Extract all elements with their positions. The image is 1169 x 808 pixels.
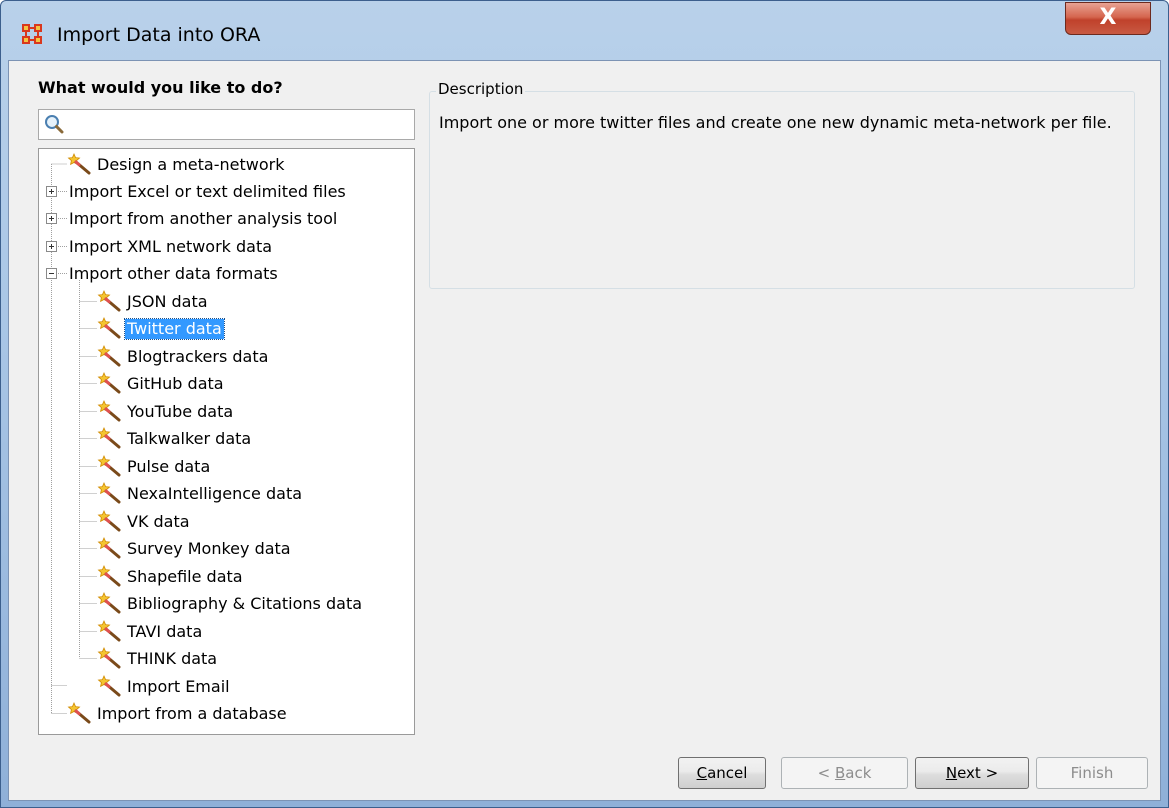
tree-item-label: Import XML network data [69, 237, 273, 256]
cancel-button[interactable]: Cancel [678, 757, 766, 789]
wand-icon [97, 620, 121, 642]
tree-item[interactable]: Import from another analysis tool [39, 207, 414, 231]
wand-icon [97, 427, 121, 449]
wand-icon [67, 153, 91, 175]
wand-icon [97, 317, 121, 339]
import-options-tree[interactable]: Design a meta-network Import Excel or tex… [38, 148, 415, 735]
wand-icon [97, 290, 121, 312]
close-icon: X [1099, 5, 1117, 30]
tree-item-label: Design a meta-network [97, 155, 285, 174]
tree-item-label: JSON data [127, 292, 208, 311]
task-heading: What would you like to do? [38, 78, 283, 97]
tree-item-label: NexaIntelligence data [127, 484, 303, 503]
cancel-label: ancel [707, 764, 748, 782]
wand-icon [97, 537, 121, 559]
wand-icon [97, 675, 121, 697]
wand-icon [97, 482, 121, 504]
next-mnemonic: N [945, 764, 958, 782]
expand-icon[interactable] [46, 241, 57, 252]
tree-item[interactable]: Bibliography & Citations data [39, 592, 414, 616]
search-box[interactable] [38, 109, 415, 140]
wand-icon [67, 702, 91, 724]
back-label: ack [845, 764, 872, 782]
wand-icon [97, 345, 121, 367]
tree-item[interactable]: Import other data formats [39, 262, 414, 286]
tree-item-label: THINK data [127, 649, 218, 668]
collapse-icon[interactable] [46, 268, 57, 279]
wand-icon [97, 647, 121, 669]
finish-label: Finish [1070, 764, 1114, 782]
back-prefix: < [817, 764, 835, 782]
tree-item[interactable]: Blogtrackers data [39, 345, 414, 369]
expand-icon[interactable] [46, 213, 57, 224]
tree-item[interactable]: Import Email [39, 675, 414, 699]
tree-item-label: Shapefile data [127, 567, 243, 586]
title-bar[interactable]: Import Data into ORA X [1, 1, 1168, 61]
ora-network-icon [22, 24, 42, 44]
tree-item-label: Import Email [127, 677, 230, 696]
tree-item[interactable]: Design a meta-network [39, 153, 414, 177]
search-icon [45, 115, 64, 134]
tree-item[interactable]: NexaIntelligence data [39, 482, 414, 506]
tree-item-label: Import from another analysis tool [69, 209, 338, 228]
window-title: Import Data into ORA [57, 24, 261, 46]
cancel-mnemonic: C [696, 764, 708, 782]
tree-item[interactable]: VK data [39, 510, 414, 534]
next-label: ext > [957, 764, 999, 782]
tree-item-label: TAVI data [127, 622, 203, 641]
tree-item-label: Survey Monkey data [127, 539, 291, 558]
tree-item[interactable]: Shapefile data [39, 565, 414, 589]
tree-item[interactable]: TAVI data [39, 620, 414, 644]
wand-icon [97, 400, 121, 422]
tree-item[interactable]: THINK data [39, 647, 414, 671]
tree-item-label: Import from a database [97, 704, 287, 723]
wand-icon [97, 455, 121, 477]
tree-item-label: Import other data formats [69, 264, 278, 283]
tree-item-label: Bibliography & Citations data [127, 594, 363, 613]
tree-item[interactable]: JSON data [39, 290, 414, 314]
tree-item[interactable]: GitHub data [39, 372, 414, 396]
tree-item-label: Blogtrackers data [127, 347, 269, 366]
wand-icon [97, 372, 121, 394]
wand-icon [97, 565, 121, 587]
tree-item-label: GitHub data [127, 374, 224, 393]
tree-item-label: Import Excel or text delimited files [69, 182, 346, 201]
tree-item[interactable]: YouTube data [39, 400, 414, 424]
tree-item-label: Twitter data [124, 318, 225, 340]
tree-item[interactable]: Twitter data [39, 317, 414, 341]
tree-item[interactable]: Survey Monkey data [39, 537, 414, 561]
search-input[interactable] [69, 114, 413, 137]
tree-item-label: Pulse data [127, 457, 211, 476]
back-mnemonic: B [834, 764, 846, 782]
tree-item[interactable]: Import Excel or text delimited files [39, 180, 414, 204]
tree-item-label: Talkwalker data [127, 429, 252, 448]
tree-item[interactable]: Pulse data [39, 455, 414, 479]
close-button[interactable]: X [1065, 2, 1151, 35]
tree-item[interactable]: Import from a database [39, 702, 414, 726]
description-legend: Description [436, 80, 526, 98]
description-text: Import one or more twitter files and cre… [439, 113, 1112, 132]
expand-icon[interactable] [46, 186, 57, 197]
tree-item-label: VK data [127, 512, 190, 531]
dialog-content: What would you like to do? Design a meta… [8, 60, 1161, 801]
tree-item-label: YouTube data [127, 402, 234, 421]
tree-item[interactable]: Talkwalker data [39, 427, 414, 451]
wand-icon [97, 592, 121, 614]
dialog-window: Import Data into ORA X What would you li… [0, 0, 1169, 808]
next-button[interactable]: Next > [915, 757, 1029, 789]
wand-icon [97, 510, 121, 532]
finish-button[interactable]: Finish [1036, 757, 1148, 789]
tree-item[interactable]: Import XML network data [39, 235, 414, 259]
back-button[interactable]: < Back [781, 757, 908, 789]
